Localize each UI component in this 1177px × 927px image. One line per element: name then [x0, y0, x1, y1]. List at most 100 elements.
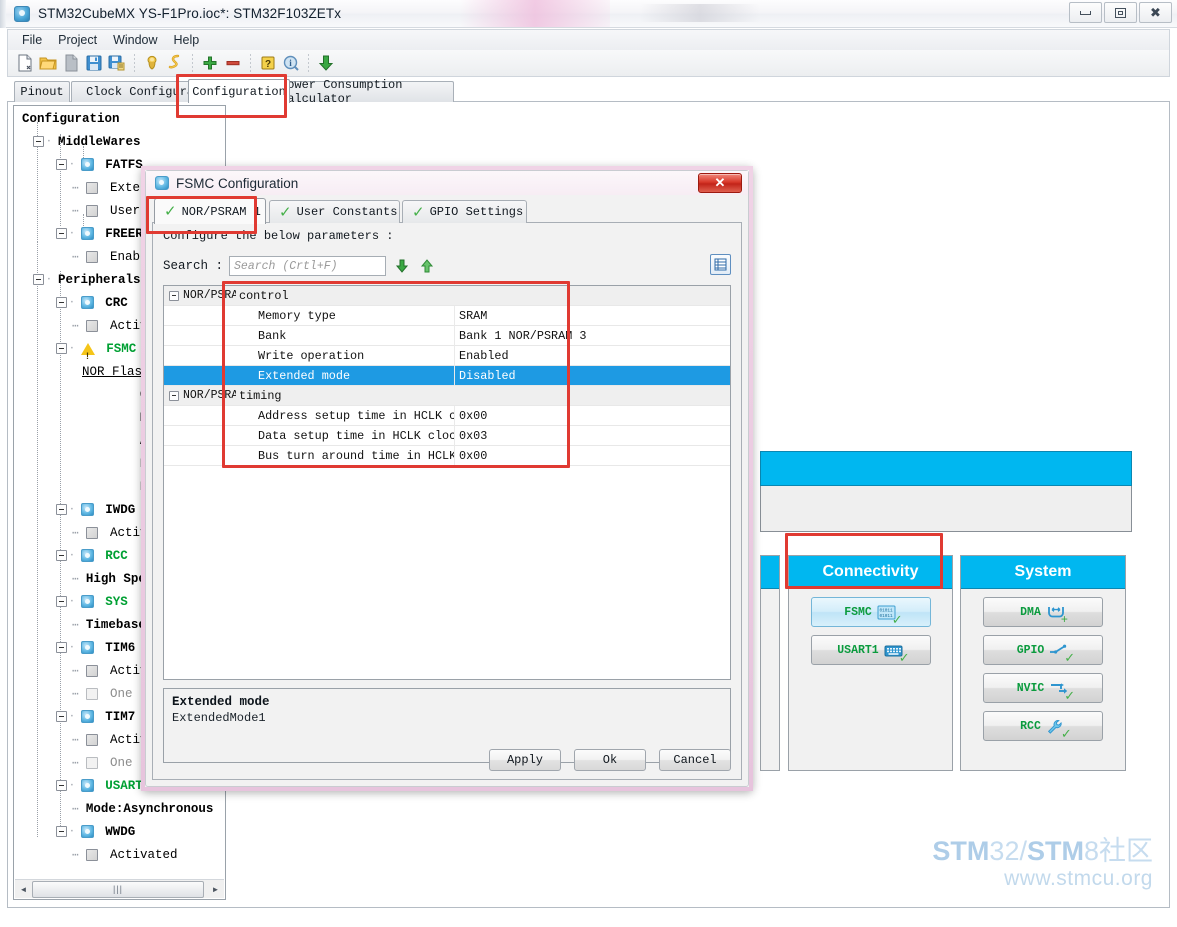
close-button[interactable]: ✖	[1139, 2, 1172, 23]
grid-view-icon[interactable]	[710, 254, 731, 275]
checkbox-crc-activated[interactable]	[85, 319, 98, 332]
table-row-bus-turn-around[interactable]: Bus turn around time in HCLK c... 0x00	[164, 445, 730, 466]
tree-horizontal-scrollbar[interactable]: ◄ ||| ►	[15, 879, 224, 898]
open-project-icon[interactable]	[37, 52, 59, 74]
row-value[interactable]: Bank 1 NOR/PSRAM 3	[454, 325, 730, 346]
row-value[interactable]: 0x00	[454, 405, 730, 426]
svg-text:01011: 01011	[879, 608, 893, 613]
tab-configuration[interactable]: Configuration	[188, 79, 290, 103]
row-value[interactable]: 0x03	[454, 425, 730, 446]
save-as-icon[interactable]	[106, 52, 128, 74]
table-row-group-timing[interactable]: NOR/PSRAM 1 timing	[164, 386, 730, 406]
table-row-address-setup[interactable]: Address setup time in HCLK clo... 0x00	[164, 405, 730, 426]
dialog-close-button[interactable]: ✕	[698, 173, 742, 193]
scroll-right-icon[interactable]: ►	[207, 881, 224, 898]
new-project-icon[interactable]	[14, 52, 36, 74]
menu-project[interactable]: Project	[51, 31, 106, 49]
row-tree-label: NOR/PSRAM 1	[183, 289, 236, 302]
expander-icon[interactable]	[56, 228, 67, 240]
generate-code-icon[interactable]	[164, 52, 186, 74]
expander-icon[interactable]	[56, 711, 67, 723]
row-value[interactable]: SRAM	[454, 305, 730, 326]
peripheral-button-dma[interactable]: DMA +	[983, 597, 1103, 627]
zoom-out-icon[interactable]	[222, 52, 244, 74]
tree-node-middlewares[interactable]: ‧ MiddleWares	[16, 131, 225, 154]
help-icon[interactable]: ?	[257, 52, 279, 74]
expander-icon[interactable]	[169, 290, 179, 301]
expander-icon[interactable]	[56, 780, 67, 792]
wrench-icon: ✓	[1046, 719, 1072, 740]
menu-help[interactable]: Help	[167, 31, 209, 49]
peripheral-button-rcc[interactable]: RCC ✓	[983, 711, 1103, 741]
checkbox-freertos-enabled[interactable]	[85, 250, 98, 263]
generate-report-icon[interactable]	[141, 52, 163, 74]
close-project-icon[interactable]	[60, 52, 82, 74]
search-next-icon[interactable]	[393, 257, 411, 275]
scroll-left-icon[interactable]: ◄	[15, 881, 32, 898]
checkbox-external-sram[interactable]	[85, 181, 98, 194]
ok-button[interactable]: Ok	[574, 749, 646, 771]
search-prev-icon[interactable]	[418, 257, 436, 275]
tab-user-constants[interactable]: ✓ User Constants	[269, 200, 400, 223]
scrollbar-thumb[interactable]: |||	[32, 880, 204, 898]
tree-node-wwdg-activated[interactable]: ⋯ Activated	[16, 844, 225, 867]
peripheral-button-label: USART1	[837, 643, 879, 657]
expander-icon[interactable]	[56, 297, 67, 309]
parameters-table[interactable]: NOR/PSRAM 1 control Memory type SRAM	[163, 285, 731, 680]
green-check-icon: ✓	[891, 611, 903, 627]
expander-icon[interactable]	[33, 274, 44, 286]
expander-icon[interactable]	[56, 504, 67, 516]
checkbox-wwdg-activated[interactable]	[85, 848, 98, 861]
checkbox-user-defined[interactable]	[85, 204, 98, 217]
tree-node-wwdg[interactable]: ‧ WWDG	[16, 821, 225, 844]
expander-icon[interactable]	[56, 550, 67, 562]
titlebar-artifact-gray	[640, 4, 760, 22]
expander-icon[interactable]	[56, 343, 67, 355]
menu-file[interactable]: File	[15, 31, 51, 49]
table-row-group-control[interactable]: NOR/PSRAM 1 control	[164, 286, 730, 306]
peripheral-button-fsmc[interactable]: FSMC 01011 01011 ✓	[810, 597, 931, 627]
expander-icon[interactable]	[56, 642, 67, 654]
tab-pinout[interactable]: Pinout	[14, 81, 70, 102]
expander-icon[interactable]	[56, 826, 67, 838]
menu-window[interactable]: Window	[106, 31, 166, 49]
tab-power-calc[interactable]: Power Consumption Calculator	[279, 78, 454, 106]
expander-icon[interactable]	[56, 596, 67, 608]
table-row-write-operation[interactable]: Write operation Enabled	[164, 345, 730, 366]
zoom-in-icon[interactable]	[199, 52, 221, 74]
peripheral-button-nvic[interactable]: NVIC ✓	[983, 673, 1103, 703]
expander-icon[interactable]	[33, 136, 44, 148]
tree-root-configuration[interactable]: Configuration	[16, 108, 225, 131]
save-project-icon[interactable]	[83, 52, 105, 74]
checkbox-tim7-one-pulse[interactable]	[85, 756, 98, 769]
checkbox-iwdg-activated[interactable]	[85, 526, 98, 539]
row-value[interactable]: 0x00	[454, 445, 730, 466]
minimize-button[interactable]	[1069, 2, 1102, 23]
tab-nor-psram-1[interactable]: ✓ NOR/PSRAM 1	[154, 198, 266, 224]
checkbox-tim6-one-pulse[interactable]	[85, 687, 98, 700]
about-icon[interactable]: i	[280, 52, 302, 74]
maximize-button[interactable]	[1104, 2, 1137, 23]
checkbox-tim6-activated[interactable]	[85, 664, 98, 677]
table-row-memory-type[interactable]: Memory type SRAM	[164, 305, 730, 326]
apply-button[interactable]: Apply	[489, 749, 561, 771]
expander-icon[interactable]	[169, 390, 179, 401]
peripheral-button-usart1[interactable]: USART1 ✓	[810, 635, 931, 665]
update-icon[interactable]	[315, 52, 337, 74]
table-row-extended-mode[interactable]: Extended mode Disabled	[164, 365, 730, 386]
checkbox-tim7-activated[interactable]	[85, 733, 98, 746]
tab-label: GPIO Settings	[429, 205, 524, 219]
row-name: Write operation	[258, 348, 365, 363]
cancel-button[interactable]: Cancel	[659, 749, 731, 771]
peripheral-button-gpio[interactable]: GPIO ✓	[983, 635, 1103, 665]
row-value[interactable]: Enabled	[454, 345, 730, 366]
table-row-bank[interactable]: Bank Bank 1 NOR/PSRAM 3	[164, 325, 730, 346]
search-input[interactable]	[229, 256, 387, 276]
scrollbar-track[interactable]: |||	[32, 880, 207, 898]
expander-icon[interactable]	[56, 159, 67, 171]
table-row-data-setup[interactable]: Data setup time in HCLK clock ... 0x03	[164, 425, 730, 446]
row-value[interactable]: Disabled	[454, 365, 730, 386]
tree-node-usart1-mode[interactable]: ⋯ Mode:Asynchronous	[16, 798, 225, 821]
panel-connectivity: Connectivity FSMC 01011 01011 ✓ USART1 ✓	[788, 555, 953, 771]
tab-gpio-settings[interactable]: ✓ GPIO Settings	[402, 200, 527, 223]
